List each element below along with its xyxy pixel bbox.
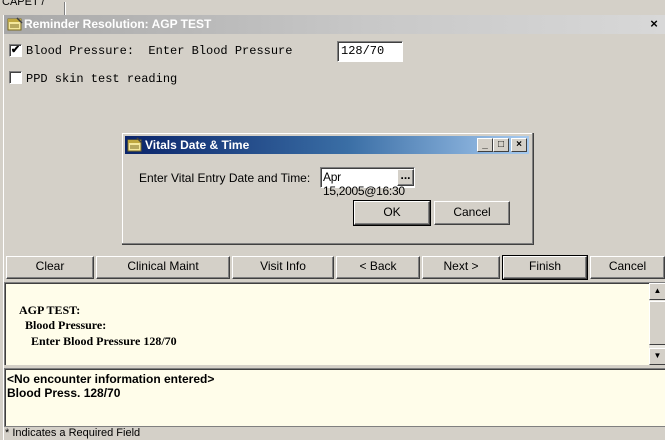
encounter-pane: <No encounter information entered> Blood… xyxy=(4,368,665,426)
clear-button[interactable]: Clear xyxy=(6,256,94,279)
scroll-down-icon[interactable]: ▼ xyxy=(649,348,665,365)
vitals-date-time-dialog: Vitals Date & Time _ □ × Enter Vital Ent… xyxy=(121,132,533,244)
blood-pressure-checkbox[interactable]: ✔ xyxy=(9,44,22,57)
close-icon[interactable]: × xyxy=(646,17,662,31)
background-text: CAPET / xyxy=(2,0,45,8)
button-bar: Clear Clinical Maint Visit Info < Back N… xyxy=(4,255,665,280)
visit-info-button[interactable]: Visit Info xyxy=(232,256,334,279)
datetime-browse-button[interactable]: ... xyxy=(397,169,414,186)
cancel-button[interactable]: Cancel xyxy=(590,256,665,279)
dialog-titlebar[interactable]: Vitals Date & Time _ □ × xyxy=(125,136,529,154)
vital-datetime-label: Enter Vital Entry Date and Time: xyxy=(139,171,311,185)
window-title: Reminder Resolution: AGP TEST xyxy=(24,17,212,31)
maximize-icon[interactable]: □ xyxy=(493,138,509,152)
encounter-info: <No encounter information entered> xyxy=(7,372,215,386)
reminder-resolution-window: Reminder Resolution: AGP TEST × ✔ Blood … xyxy=(3,15,665,440)
back-button[interactable]: < Back xyxy=(336,256,420,279)
preview-pane[interactable]: AGP TEST: Blood Pressure: Enter Blood Pr… xyxy=(4,282,665,365)
clinical-maint-button[interactable]: Clinical Maint xyxy=(96,256,230,279)
notepad-icon xyxy=(7,17,23,31)
encounter-vital: Blood Press. 128/70 xyxy=(7,386,121,400)
dialog-title: Vitals Date & Time xyxy=(145,138,250,152)
scroll-thumb[interactable] xyxy=(649,301,665,345)
scroll-up-icon[interactable]: ▲ xyxy=(649,283,665,300)
preview-line: Blood Pressure: xyxy=(19,318,107,332)
preview-line: Enter Blood Pressure 128/70 xyxy=(19,334,177,348)
notepad-icon xyxy=(127,137,143,152)
close-icon[interactable]: × xyxy=(511,138,527,152)
ok-button[interactable]: OK xyxy=(353,200,431,226)
status-bar: * Indicates a Required Field xyxy=(4,426,665,440)
prompt-area: ✔ Blood Pressure: Enter Blood Pressure 1… xyxy=(4,34,665,254)
required-field-note: * Indicates a Required Field xyxy=(5,427,141,439)
ppd-label: PPD skin test reading xyxy=(26,72,178,86)
preview-line: AGP TEST: xyxy=(19,303,81,317)
blood-pressure-input[interactable]: 128/70 xyxy=(337,41,403,62)
ppd-checkbox[interactable] xyxy=(9,71,22,84)
dialog-cancel-button[interactable]: Cancel xyxy=(434,201,510,225)
blood-pressure-label: Blood Pressure: Enter Blood Pressure xyxy=(26,44,293,58)
finish-button[interactable]: Finish xyxy=(502,255,588,280)
background-divider xyxy=(64,2,66,15)
preview-scrollbar[interactable]: ▲ ▼ xyxy=(649,283,665,365)
minimize-icon[interactable]: _ xyxy=(477,138,493,152)
background-window-fragment: CAPET / xyxy=(0,0,665,15)
next-button[interactable]: Next > xyxy=(422,256,500,279)
window-titlebar[interactable]: Reminder Resolution: AGP TEST × xyxy=(4,15,665,34)
